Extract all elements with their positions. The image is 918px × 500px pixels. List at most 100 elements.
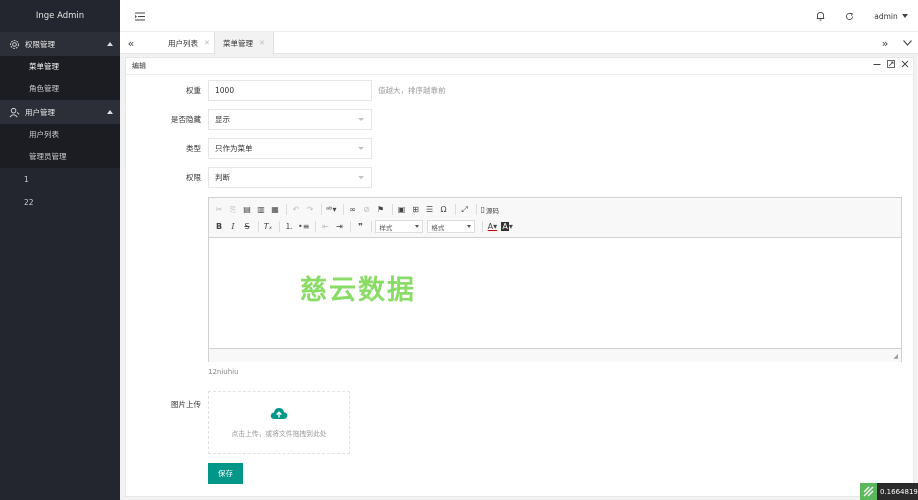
refresh-icon[interactable] xyxy=(841,0,857,32)
blockquote-icon[interactable]: ❞ xyxy=(354,219,366,234)
weight-input[interactable]: 1000 xyxy=(208,80,372,101)
sidebar-group-label: 权限管理 xyxy=(25,39,55,49)
toolbar-divider xyxy=(350,221,352,232)
maximize-icon[interactable] xyxy=(887,58,895,75)
hidden-select-value: 显示 xyxy=(215,115,230,124)
hidden-label: 是否隐藏 xyxy=(171,115,201,124)
caret-down-icon xyxy=(358,176,364,179)
sidebar-item-role-management[interactable]: 角色管理 xyxy=(0,78,120,100)
cut-icon[interactable]: ✂ xyxy=(213,202,225,217)
bell-icon[interactable] xyxy=(812,0,828,32)
chevron-down-icon[interactable] xyxy=(896,32,918,54)
fullscreen-icon[interactable]: ⤢ xyxy=(459,202,471,217)
indent-icon[interactable]: ⇥ xyxy=(333,219,345,234)
panel-title: 编辑 xyxy=(132,62,146,70)
toolbar-divider xyxy=(321,204,322,215)
bold-icon[interactable]: B xyxy=(213,219,225,234)
toolbar-divider xyxy=(475,204,477,215)
sidebar-item-admin-management[interactable]: 管理员管理 xyxy=(0,146,120,168)
sidebar-item-menu-management[interactable]: 菜单管理 xyxy=(0,56,120,78)
upload-hint: 点击上传，或将文件拖拽到此处 xyxy=(231,430,327,438)
sidebar-group-users[interactable]: 用户管理 xyxy=(0,100,120,124)
special-char-icon[interactable]: Ω xyxy=(438,202,450,217)
sidebar-item-22[interactable]: 22 xyxy=(0,191,120,214)
toolbar-divider xyxy=(315,221,317,232)
sidebar-item-user-list[interactable]: 用户列表 xyxy=(0,124,120,146)
source-button[interactable]: ▯ 源码 xyxy=(480,202,500,217)
toolbar-divider xyxy=(279,221,280,232)
user-menu[interactable]: admin xyxy=(872,0,910,32)
app-logo: Inge Admin xyxy=(0,0,120,32)
background-color-icon[interactable]: A ▾ xyxy=(500,219,514,234)
clear-format-icon[interactable]: Tₓ xyxy=(262,219,274,234)
format-combo[interactable]: 格式 xyxy=(427,220,476,233)
tab-label: 菜单管理 xyxy=(223,38,253,48)
username: admin xyxy=(874,11,898,21)
permission-select[interactable]: 判断 xyxy=(208,167,372,188)
source-icon: ▯ xyxy=(480,205,485,214)
caret-down-icon xyxy=(901,14,908,18)
redo-icon[interactable]: ↷ xyxy=(304,202,316,217)
style-combo-label: 样式 xyxy=(379,223,393,232)
top-header: admin xyxy=(120,0,918,32)
link-icon[interactable]: ∞ xyxy=(347,202,359,217)
watermark-text: 慈云数据 xyxy=(300,275,416,306)
close-icon[interactable]: ✕ xyxy=(259,39,265,47)
bulleted-list-icon[interactable]: •≡ xyxy=(297,219,310,234)
strikethrough-icon[interactable]: S xyxy=(241,219,253,234)
type-select-value: 只作为菜单 xyxy=(215,144,253,153)
source-label: 源码 xyxy=(485,206,499,215)
editor-note-text: 12niuhiu xyxy=(208,368,239,376)
tab-scroll-left-icon[interactable]: « xyxy=(120,32,142,54)
minimize-icon[interactable] xyxy=(873,58,881,75)
weight-label: 权重 xyxy=(186,86,201,95)
weight-hint: 值越大，排序越靠前 xyxy=(378,86,446,95)
toolbar-divider xyxy=(454,204,456,215)
paste-word-icon[interactable]: ▦ xyxy=(269,202,281,217)
image-upload-dropzone[interactable]: 点击上传，或将文件拖拽到此处 xyxy=(208,391,350,454)
toolbar-divider xyxy=(391,204,393,215)
badge-value: 0.1664819 xyxy=(880,487,918,496)
close-icon[interactable]: ✕ xyxy=(204,39,210,47)
type-select[interactable]: 只作为菜单 xyxy=(208,138,372,159)
unlink-icon[interactable]: ⊘ xyxy=(361,202,373,217)
tab-bar: « 用户列表 ✕ 菜单管理 ✕ » xyxy=(120,32,918,54)
hidden-select[interactable]: 显示 xyxy=(208,109,372,130)
anchor-flag-icon[interactable]: ⚑ xyxy=(375,202,387,217)
close-icon[interactable] xyxy=(901,58,909,75)
panel-header: 编辑 xyxy=(126,58,913,75)
style-combo[interactable]: 样式 xyxy=(375,220,424,233)
sidebar-group-permissions[interactable]: 权限管理 xyxy=(0,32,120,56)
collapse-sidebar-icon[interactable] xyxy=(132,0,148,32)
save-button[interactable]: 保存 xyxy=(208,463,243,484)
outdent-icon[interactable]: ⇤ xyxy=(319,219,331,234)
cloud-upload-icon xyxy=(270,407,288,422)
sidebar: Inge Admin 权限管理 菜单管理 角色管理 用户管理 用户列表 管理员管… xyxy=(0,0,120,500)
gear-icon xyxy=(8,38,20,50)
form-row-type: 类型 只作为菜单 xyxy=(126,138,372,159)
corner-badge: 0.1664819 xyxy=(860,483,918,500)
form-row-hidden: 是否隐藏 显示 xyxy=(126,109,372,130)
tab-menu-management[interactable]: 菜单管理 ✕ xyxy=(214,32,274,54)
horizontal-line-icon[interactable]: ☰ xyxy=(424,202,436,217)
permission-select-value: 判断 xyxy=(215,173,230,182)
resize-handle-icon[interactable]: ◢ xyxy=(893,353,898,360)
caret-down-icon xyxy=(467,225,472,228)
copy-icon[interactable]: ⎘ xyxy=(227,202,239,217)
paste-icon[interactable]: ▤ xyxy=(241,202,253,217)
tab-label: 用户列表 xyxy=(168,38,198,48)
tab-user-list[interactable]: 用户列表 ✕ xyxy=(160,32,218,54)
sidebar-item-1[interactable]: 1 xyxy=(0,168,120,191)
table-icon[interactable]: ⊞ xyxy=(410,202,422,217)
tab-scroll-right-icon[interactable]: » xyxy=(874,32,896,54)
image-icon[interactable]: ▣ xyxy=(396,202,408,217)
paste-text-icon[interactable]: ▥ xyxy=(255,202,267,217)
badge-logo-icon xyxy=(860,483,877,500)
spellcheck-icon[interactable]: ᵃᵇ▾ xyxy=(325,202,338,217)
editor-statusbar: ◢ xyxy=(209,348,901,362)
form-row-permission: 权限 判断 xyxy=(126,167,372,188)
undo-icon[interactable]: ↶ xyxy=(290,202,302,217)
text-color-icon[interactable]: A▾ xyxy=(486,219,498,234)
italic-icon[interactable]: I xyxy=(227,219,239,234)
numbered-list-icon[interactable]: ⒈ xyxy=(283,219,295,234)
